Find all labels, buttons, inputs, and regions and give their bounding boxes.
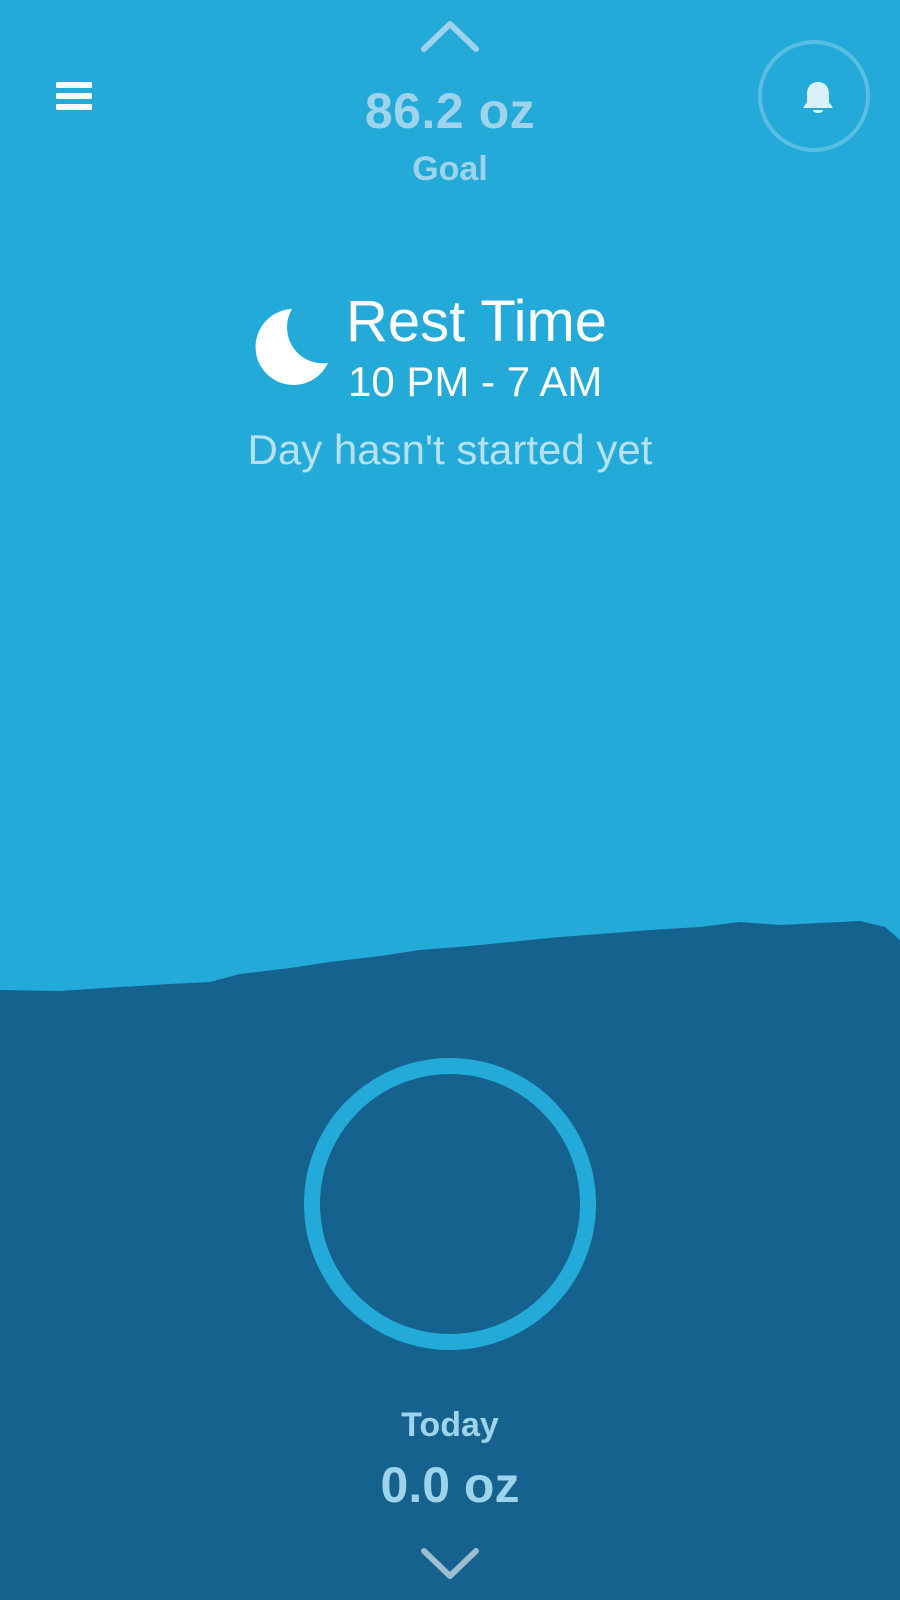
- chevron-up-icon[interactable]: [419, 18, 481, 54]
- goal-label: Goal: [412, 150, 488, 188]
- add-water-button[interactable]: [304, 1058, 596, 1350]
- today-intake-value: 0.0 oz: [380, 1457, 520, 1513]
- rest-status-message: Day hasn't started yet: [247, 426, 653, 473]
- water-level-background: [0, 921, 900, 1600]
- water-tracker-screen: 86.2 oz Goal Rest Time 10 PM - 7 AM Day …: [0, 0, 900, 1600]
- today-label: Today: [401, 1406, 499, 1444]
- rest-time-title: Rest Time: [346, 289, 608, 354]
- chevron-down-icon[interactable]: [419, 1546, 481, 1582]
- goal-value: 86.2 oz: [364, 83, 536, 139]
- moon-icon: [255, 309, 328, 385]
- rest-time-hours: 10 PM - 7 AM: [348, 358, 603, 405]
